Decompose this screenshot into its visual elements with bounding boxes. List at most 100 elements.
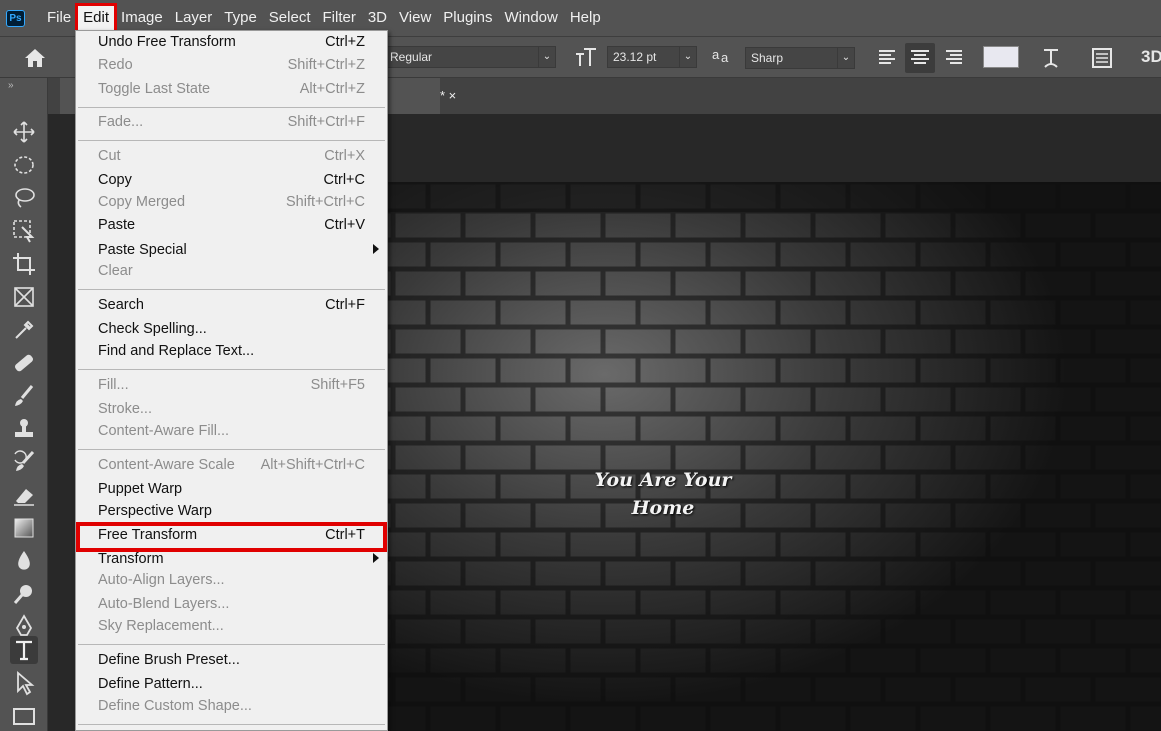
menu-help[interactable]: Help bbox=[565, 6, 606, 30]
align-center-icon[interactable] bbox=[905, 43, 935, 73]
font-size-select[interactable]: 23.12 pt ⌄ bbox=[607, 46, 697, 68]
home-icon[interactable] bbox=[20, 45, 50, 71]
move-tool-icon[interactable] bbox=[10, 118, 38, 146]
menu-item-label: Cut bbox=[98, 148, 121, 164]
frame-tool-icon[interactable] bbox=[10, 283, 38, 311]
menu-item-fade: Fade... Shift+Ctrl+F bbox=[76, 112, 387, 134]
chevron-down-icon: ⌄ bbox=[679, 47, 696, 67]
menu-item-shortcut: Shift+Ctrl+F bbox=[287, 114, 365, 130]
menu-item-paste-special[interactable]: Paste Special bbox=[76, 240, 387, 262]
photoshop-logo-icon: Ps bbox=[6, 10, 25, 27]
menu-item-label: Undo Free Transform bbox=[98, 34, 236, 50]
submenu-arrow-icon bbox=[373, 553, 379, 563]
menu-item-shortcut: Ctrl+Z bbox=[325, 34, 365, 50]
document-tab-close[interactable]: * × bbox=[440, 88, 456, 103]
menu-window[interactable]: Window bbox=[499, 6, 562, 30]
brush-tool-icon[interactable] bbox=[10, 382, 38, 410]
rectangle-tool-icon[interactable] bbox=[10, 702, 38, 730]
character-panel-icon[interactable] bbox=[1087, 43, 1117, 73]
menu-item-define-pattern[interactable]: Define Pattern... bbox=[76, 674, 387, 696]
menu-image[interactable]: Image bbox=[116, 6, 168, 30]
menu-type[interactable]: Type bbox=[219, 6, 262, 30]
svg-text:a: a bbox=[712, 47, 720, 62]
warp-text-icon[interactable] bbox=[1036, 43, 1066, 73]
menu-item-shortcut: Shift+Ctrl+Z bbox=[287, 57, 365, 73]
eyedropper-tool-icon[interactable] bbox=[10, 316, 38, 344]
menu-item-puppet-warp[interactable]: Puppet Warp bbox=[76, 479, 387, 501]
menu-item-label: Perspective Warp bbox=[98, 503, 212, 519]
align-left-icon[interactable] bbox=[873, 43, 903, 73]
antialias-icon: aa bbox=[711, 45, 733, 72]
align-right-icon[interactable] bbox=[938, 43, 968, 73]
menu-item-label: Auto-Blend Layers... bbox=[98, 596, 230, 612]
menu-item-label: Fade... bbox=[98, 114, 144, 130]
crop-tool-icon[interactable] bbox=[10, 250, 38, 278]
menu-item-label: Clear bbox=[98, 263, 133, 279]
menu-filter[interactable]: Filter bbox=[318, 6, 361, 30]
menu-item-label: Search bbox=[98, 297, 144, 313]
menu-item-content-aware-scale: Content-Aware Scale Alt+Shift+Ctrl+C bbox=[76, 455, 387, 477]
font-style-value: Regular bbox=[390, 50, 433, 64]
menu-item-shortcut: Alt+Shift+Ctrl+C bbox=[260, 457, 365, 473]
menu-item-find-replace-text[interactable]: Find and Replace Text... bbox=[76, 341, 387, 363]
menu-item-undo-free-transform[interactable]: Undo Free Transform Ctrl+Z bbox=[76, 32, 387, 54]
brick-wall-image bbox=[388, 182, 1161, 731]
menu-item-stroke: Stroke... bbox=[76, 399, 387, 421]
menu-item-shortcut: Ctrl+V bbox=[324, 217, 365, 233]
eraser-tool-icon[interactable] bbox=[10, 481, 38, 509]
menu-item-auto-align-layers: Auto-Align Layers... bbox=[76, 570, 387, 592]
menu-view[interactable]: View bbox=[394, 6, 436, 30]
menu-item-copy-merged: Copy Merged Shift+Ctrl+C bbox=[76, 192, 387, 214]
menu-layer[interactable]: Layer bbox=[170, 6, 218, 30]
menu-edit[interactable]: Edit bbox=[75, 3, 118, 33]
antialias-select[interactable]: Sharp ⌄ bbox=[745, 47, 855, 69]
menu-item-label: Define Pattern... bbox=[98, 676, 203, 692]
chevron-down-icon: ⌄ bbox=[837, 48, 854, 68]
menu-item-shortcut: Alt+Ctrl+Z bbox=[299, 81, 365, 97]
menu-separator bbox=[78, 644, 385, 645]
menu-item-redo: Redo Shift+Ctrl+Z bbox=[76, 55, 387, 77]
expand-panel-icon[interactable]: » bbox=[8, 80, 14, 91]
menu-3d[interactable]: 3D bbox=[363, 6, 392, 30]
menu-item-copy[interactable]: Copy Ctrl+C bbox=[76, 170, 387, 192]
menu-item-label: Copy Merged bbox=[98, 194, 186, 210]
menu-item-shortcut: Shift+Ctrl+C bbox=[286, 194, 365, 210]
document-canvas[interactable]: You Are Your Home bbox=[388, 182, 1161, 731]
blur-tool-icon[interactable] bbox=[10, 547, 38, 575]
type-tool-icon[interactable] bbox=[10, 636, 38, 664]
menu-item-label: Toggle Last State bbox=[98, 81, 211, 97]
menu-item-perspective-warp[interactable]: Perspective Warp bbox=[76, 501, 387, 523]
menu-item-search[interactable]: Search Ctrl+F bbox=[76, 295, 387, 317]
text-color-swatch[interactable] bbox=[983, 46, 1019, 68]
menu-item-content-aware-fill: Content-Aware Fill... bbox=[76, 421, 387, 443]
3d-mode-label[interactable]: 3D bbox=[1141, 47, 1161, 67]
menu-item-label: Find and Replace Text... bbox=[98, 343, 255, 359]
object-select-tool-icon[interactable] bbox=[10, 217, 38, 245]
menu-file[interactable]: File bbox=[42, 6, 76, 30]
clone-stamp-tool-icon[interactable] bbox=[10, 415, 38, 443]
menu-item-check-spelling[interactable]: Check Spelling... bbox=[76, 319, 387, 341]
edit-menu-dropdown: Undo Free Transform Ctrl+Z Redo Shift+Ctrl… bbox=[75, 30, 388, 731]
history-brush-tool-icon[interactable] bbox=[10, 448, 38, 476]
marquee-tool-icon[interactable] bbox=[10, 151, 38, 179]
menu-item-fill: Fill... Shift+F5 bbox=[76, 375, 387, 397]
lasso-tool-icon[interactable] bbox=[10, 184, 38, 212]
menu-select[interactable]: Select bbox=[264, 6, 316, 30]
font-style-select[interactable]: Regular ⌄ bbox=[384, 46, 556, 68]
menu-item-label: Define Brush Preset... bbox=[98, 652, 240, 668]
menu-item-transform[interactable]: Transform bbox=[76, 549, 387, 571]
menu-item-shortcut: Shift+F5 bbox=[310, 377, 365, 393]
svg-text:a: a bbox=[721, 50, 729, 65]
menu-item-label: Define Custom Shape... bbox=[98, 698, 252, 714]
menu-item-paste[interactable]: Paste Ctrl+V bbox=[76, 215, 387, 237]
canvas-text-line-2: Home bbox=[631, 497, 695, 519]
menu-item-define-brush-preset[interactable]: Define Brush Preset... bbox=[76, 650, 387, 672]
font-size-value: 23.12 pt bbox=[613, 50, 657, 64]
gradient-tool-icon[interactable] bbox=[10, 514, 38, 542]
path-select-tool-icon[interactable] bbox=[10, 669, 38, 697]
dodge-tool-icon[interactable] bbox=[10, 580, 38, 608]
healing-brush-tool-icon[interactable] bbox=[10, 349, 38, 377]
menu-plugins[interactable]: Plugins bbox=[438, 6, 497, 30]
menu-item-label: Paste bbox=[98, 217, 136, 233]
menu-item-label: Stroke... bbox=[98, 401, 152, 417]
